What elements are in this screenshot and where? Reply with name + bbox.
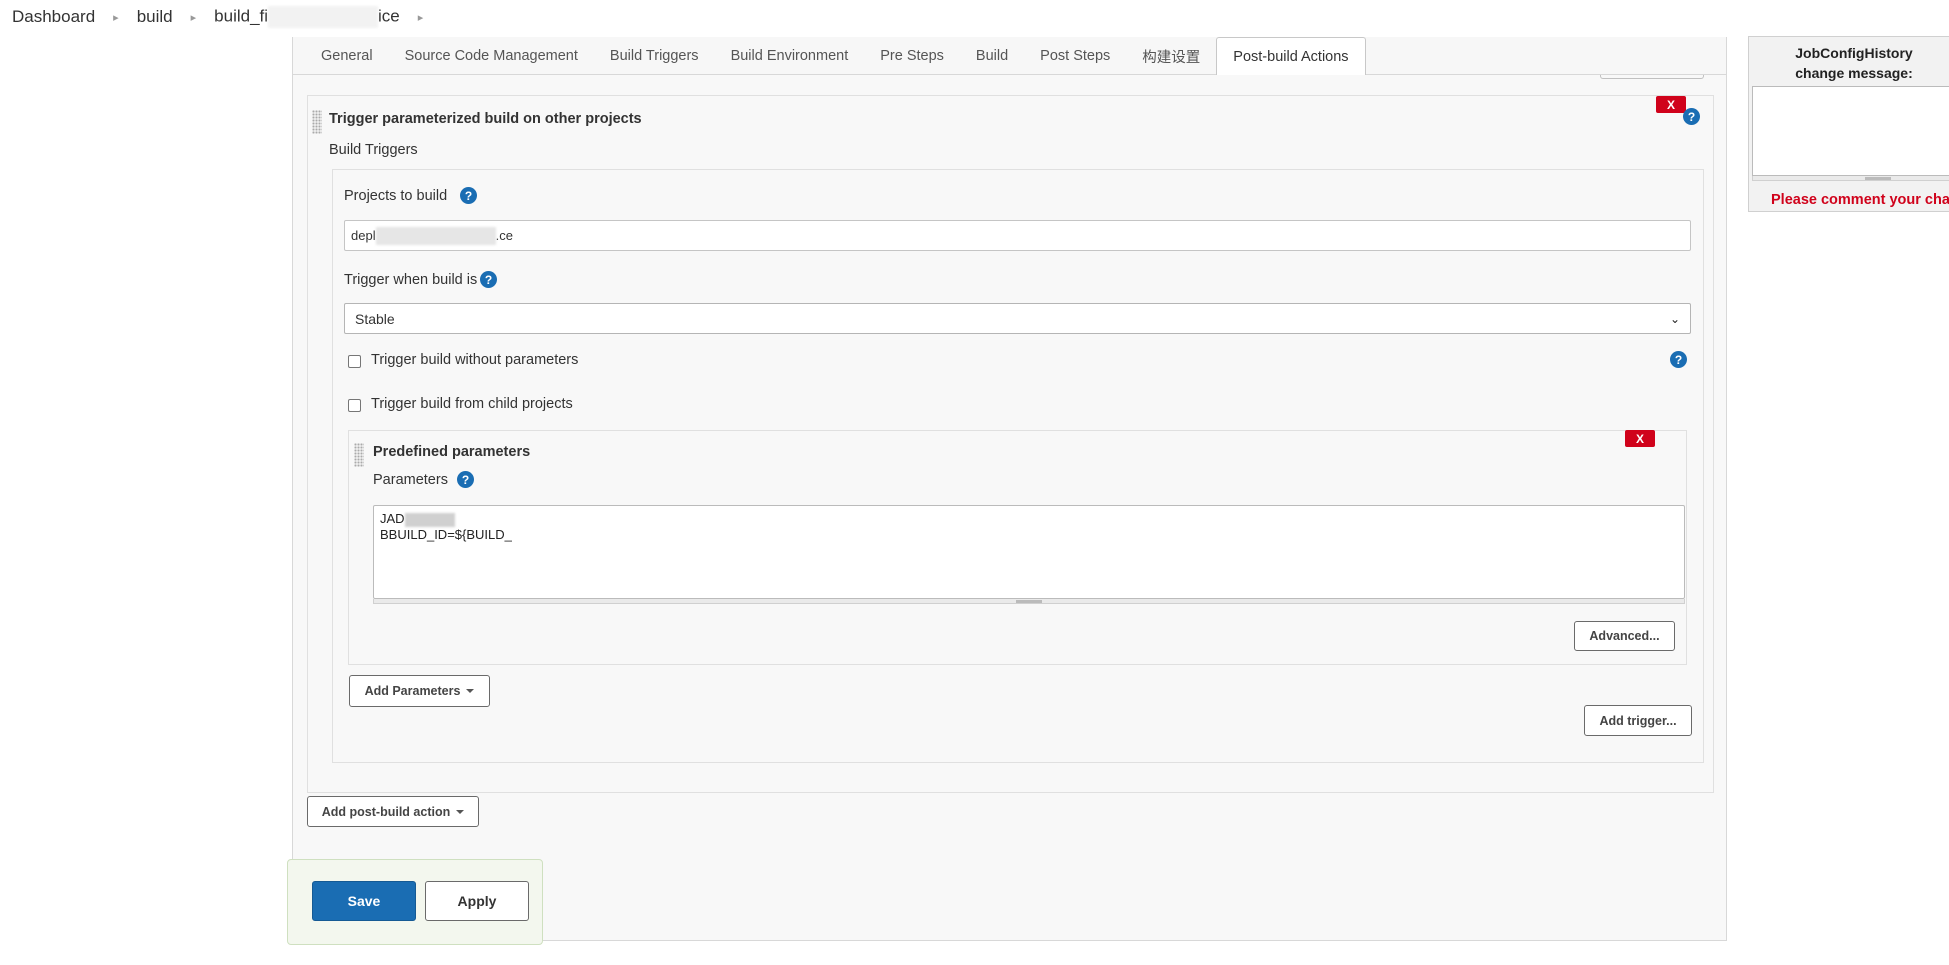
param-line-1: JAD (380, 511, 405, 526)
history-title-line2: change message: (1795, 65, 1913, 81)
history-title: JobConfigHistory change message: (1749, 43, 1949, 83)
parameters-label: Parameters (373, 472, 448, 488)
build-trigger-config: Projects to build ? depl .ce Trigger when… (332, 169, 1704, 763)
help-icon[interactable]: ? (457, 471, 474, 488)
trigger-parameterized-build-section: Trigger parameterized build on other pro… (307, 95, 1714, 793)
trigger-when-label: Trigger when build is (344, 272, 478, 288)
textarea-resize-handle[interactable] (373, 599, 1685, 604)
job-config-history-panel: JobConfigHistory change message: Please … (1748, 36, 1949, 212)
breadcrumb-chevron-icon[interactable]: ▸ (418, 11, 424, 24)
help-icon[interactable]: ? (480, 271, 497, 288)
tab-build[interactable]: Build (960, 38, 1024, 74)
remove-predefined-button[interactable]: X (1625, 430, 1655, 447)
trigger-when-value: Stable (355, 310, 395, 327)
save-panel: Save Apply (287, 859, 543, 945)
projects-to-build-input[interactable]: depl .ce (344, 220, 1691, 251)
section-title: Trigger parameterized build on other pro… (329, 111, 642, 127)
projects-value-start: depl (351, 228, 376, 243)
tab-build-triggers[interactable]: Build Triggers (594, 38, 715, 74)
redacted-text (268, 6, 379, 28)
tab-post-steps[interactable]: Post Steps (1024, 38, 1126, 74)
breadcrumb-job-start: build_fi (214, 6, 269, 26)
redacted-text (375, 226, 496, 245)
add-trigger-button[interactable]: Add trigger... (1584, 705, 1692, 736)
breadcrumb-job-end: ice (378, 6, 400, 26)
save-button[interactable]: Save (312, 881, 416, 921)
projects-to-build-label: Projects to build (344, 188, 448, 204)
tab-source-code-management[interactable]: Source Code Management (389, 38, 594, 74)
comment-warning: Please comment your char (1771, 192, 1949, 208)
config-tabs: General Source Code Management Build Tri… (292, 37, 1727, 75)
breadcrumb-job[interactable]: build_fi ice (214, 6, 400, 28)
add-parameters-button[interactable]: Add Parameters (349, 675, 490, 707)
build-triggers-label: Build Triggers (329, 142, 418, 158)
tab-general[interactable]: General (305, 38, 389, 74)
add-parameters-label: Add Parameters (364, 684, 461, 698)
add-post-build-label: Add post-build action (321, 804, 451, 819)
breadcrumb-build[interactable]: build (137, 7, 173, 27)
add-post-build-action-button[interactable]: Add post-build action (307, 796, 479, 827)
trigger-from-child-checkbox[interactable] (348, 399, 361, 412)
trigger-when-select[interactable]: Stable ⌄ (344, 303, 1691, 334)
help-icon[interactable]: ? (1670, 351, 1687, 368)
config-area: Trigger parameterized build on other pro… (292, 75, 1727, 941)
tab-post-build-actions[interactable]: Post-build Actions (1216, 37, 1366, 75)
chevron-down-icon: ⌄ (1669, 311, 1680, 326)
breadcrumb-dashboard[interactable]: Dashboard (12, 7, 95, 27)
trigger-from-child-label: Trigger build from child projects (371, 396, 573, 412)
trigger-without-params-label: Trigger build without parameters (371, 352, 579, 368)
remove-section-button[interactable]: X (1656, 96, 1686, 113)
drag-handle-icon[interactable] (354, 443, 364, 467)
breadcrumb-chevron-icon[interactable]: ▸ (191, 11, 197, 24)
change-message-textarea[interactable] (1752, 86, 1949, 176)
apply-button[interactable]: Apply (425, 881, 529, 921)
predefined-parameters-section: Predefined parameters X Parameters ? JAD… (348, 430, 1687, 665)
trigger-without-params-checkbox[interactable] (348, 355, 361, 368)
parameters-textarea[interactable]: JAD BBUILD_ID=${BUILD_ (373, 505, 1685, 599)
previous-button-edge[interactable] (1600, 75, 1704, 79)
tab-pre-steps[interactable]: Pre Steps (864, 38, 960, 74)
textarea-resize-handle[interactable] (1752, 176, 1949, 181)
predefined-title: Predefined parameters (373, 444, 531, 460)
help-icon[interactable]: ? (1683, 108, 1700, 125)
help-icon[interactable]: ? (460, 187, 477, 204)
breadcrumb: Dashboard ▸ build ▸ build_fi ice ▸ (0, 0, 441, 34)
tab-build-settings[interactable]: 构建设置 (1126, 38, 1216, 74)
caret-down-icon (466, 689, 475, 693)
breadcrumb-chevron-icon[interactable]: ▸ (113, 11, 119, 24)
drag-handle-icon[interactable] (312, 110, 322, 134)
caret-down-icon (456, 809, 465, 814)
advanced-button[interactable]: Advanced... (1574, 621, 1675, 651)
redacted-text (404, 512, 455, 527)
projects-value-end: .ce (495, 228, 513, 243)
history-title-line1: JobConfigHistory (1795, 45, 1913, 61)
tab-build-environment[interactable]: Build Environment (715, 38, 865, 74)
param-line-2: BBUILD_ID=${BUILD_ (380, 527, 512, 542)
